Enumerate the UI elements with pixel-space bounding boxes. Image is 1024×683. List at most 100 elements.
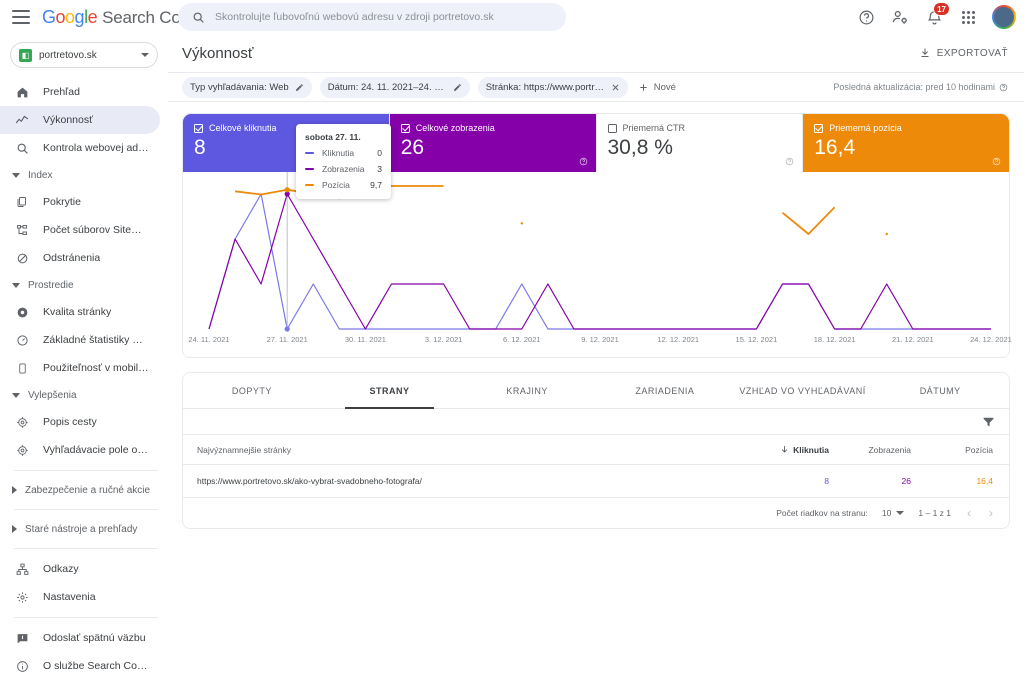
sidebar-item-pocet-suborov-sitemap[interactable]: Počet súborov Sitemap <box>0 216 160 244</box>
help-circle-icon[interactable] <box>856 7 876 27</box>
download-icon <box>921 48 929 57</box>
page-quality-icon <box>14 304 30 320</box>
x-axis-tick-label: 30. 11. 2021 <box>344 335 386 344</box>
x-axis-tick-label: 9. 12. 2021 <box>581 335 619 344</box>
sidebar-item-label: Nastavenia <box>43 591 96 603</box>
chevron-down-icon <box>12 282 20 288</box>
sidebar-item-label: Použiteľnosť v mobilnýc… <box>43 362 150 374</box>
pencil-icon[interactable] <box>295 83 304 92</box>
divider <box>14 548 158 549</box>
tab-zariadenia[interactable]: ZARIADENIA <box>596 373 734 408</box>
metric-checkbox[interactable] <box>814 123 824 133</box>
metric-checkbox[interactable] <box>607 123 617 133</box>
page-range: 1 – 1 z 1 <box>918 508 951 518</box>
next-page-button[interactable]: › <box>987 506 995 520</box>
add-filter-button[interactable]: Nové <box>638 82 676 93</box>
sidebar-group-vylepsenia[interactable]: Vylepšenia <box>0 382 168 408</box>
sidebar-item-zakladne-statistiky-webu[interactable]: Základné štatistiky webu <box>0 326 160 354</box>
sidebar-item-label: Odkazy <box>43 563 79 575</box>
tab-datumy[interactable]: DÁTUMY <box>871 373 1009 408</box>
help-circle-icon[interactable] <box>992 157 1001 166</box>
sidebar-item-vykonnost[interactable]: Výkonnosť <box>0 106 160 134</box>
tab-strany[interactable]: STRANY <box>321 373 459 409</box>
x-axis-tick-label: 18. 12. 2021 <box>813 335 856 344</box>
divider <box>14 509 158 510</box>
sidebar-group-index[interactable]: Index <box>0 162 168 188</box>
sidebar-item-vyhladavacie-pole-odkazov[interactable]: Vyhľadávacie pole odka… <box>0 436 160 464</box>
help-circle-icon[interactable] <box>785 157 794 166</box>
search-input[interactable]: Skontrolujte ľubovoľnú webovú adresu v z… <box>178 3 566 31</box>
tab-label: ZARIADENIA <box>635 385 695 396</box>
rows-per-page-value: 10 <box>881 508 892 518</box>
account-settings-icon[interactable] <box>890 7 910 27</box>
add-filter-label: Nové <box>653 81 676 93</box>
sidebar-item-odoslat-spatnu-vazbu[interactable]: Odoslať spätnú väzbu <box>0 624 160 652</box>
logo-letter: G <box>42 6 56 27</box>
metric-checkbox[interactable] <box>194 123 203 133</box>
tab-vzhlad-vo-vyhladavani[interactable]: VZHĽAD VO VYHĽADÁVANÍ <box>734 373 872 408</box>
sidebar-item-pokrytie[interactable]: Pokrytie <box>0 188 160 216</box>
remove-icon <box>14 250 30 266</box>
cell-page-url[interactable]: https://www.portretovo.sk/ako-vybrat-sva… <box>197 476 747 486</box>
sidebar-group-stare-nastroje[interactable]: Staré nástroje a prehľady <box>0 516 168 542</box>
filter-chip-page[interactable]: Stránka: https://www.portre… <box>477 76 628 98</box>
tooltip-metric-name: Kliknutia <box>322 148 355 158</box>
sidebar-item-label: Pokrytie <box>43 196 81 208</box>
sidebar-item-odstranenia[interactable]: Odstránenia <box>0 244 160 272</box>
table-row[interactable]: https://www.portretovo.sk/ako-vybrat-sva… <box>183 465 1009 498</box>
home-icon <box>14 84 30 100</box>
tooltip-row-impressions: Zobrazenia 3 <box>305 164 382 174</box>
hamburger-icon[interactable] <box>12 10 30 24</box>
metric-card-impressions[interactable]: Celkové zobrazenia 26 <box>389 114 597 172</box>
sidebar-item-kvalita-stranky[interactable]: Kvalita stránky <box>0 298 160 326</box>
sidebar-item-pouzitelnost-v-mobilnych[interactable]: Použiteľnosť v mobilnýc… <box>0 354 160 382</box>
close-icon[interactable] <box>611 83 620 92</box>
rows-per-page-select[interactable]: 10 <box>881 508 905 518</box>
filter-icon[interactable] <box>982 415 995 428</box>
chevron-right-icon <box>12 525 17 533</box>
search-icon <box>14 140 30 156</box>
sidebar-item-popis-cesty[interactable]: Popis cesty <box>0 408 160 436</box>
filter-chip-search-type[interactable]: Typ vyhľadávania: Web <box>182 76 312 98</box>
sidebar-item-kontrola-webovej-adresy[interactable]: Kontrola webovej adresy <box>0 134 160 162</box>
tab-label: DÁTUMY <box>919 385 961 396</box>
help-circle-icon[interactable] <box>999 83 1008 92</box>
sidebar-group-zabezpecenie[interactable]: Zabezpečenie a ručné akcie <box>0 477 168 503</box>
sidebar-item-prehlad[interactable]: Prehľad <box>0 78 160 106</box>
sidebar-item-o-sluzbe-search-console[interactable]: O službe Search Console <box>0 652 160 680</box>
sidebar-item-odkazy[interactable]: Odkazy <box>0 555 160 583</box>
pencil-icon[interactable] <box>453 83 462 92</box>
metric-value: 16,4 <box>814 136 856 159</box>
column-header-page[interactable]: Najvýznamnejšie stránky <box>197 445 747 455</box>
avatar[interactable] <box>992 5 1016 29</box>
tooltip-row-clicks: Kliknutia 0 <box>305 148 382 158</box>
chevron-down-icon <box>141 53 149 57</box>
sidebar: ◧ portretovo.sk Prehľad Výkonnosť Kontro… <box>0 34 168 683</box>
export-button[interactable]: EXPORTOVAŤ <box>919 47 1008 59</box>
sidebar-group-prostredie[interactable]: Prostredie <box>0 272 168 298</box>
tab-krajiny[interactable]: KRAJINY <box>458 373 596 408</box>
column-header-clicks[interactable]: Kliknutia <box>747 445 829 455</box>
x-axis-tick-label: 12. 12. 2021 <box>657 335 700 344</box>
notifications-icon[interactable]: 17 <box>924 2 950 27</box>
metric-checkbox[interactable] <box>400 123 410 133</box>
metric-value: 30,8 % <box>607 136 673 159</box>
cell-impressions: 26 <box>901 476 911 486</box>
property-selector[interactable]: ◧ portretovo.sk <box>10 42 158 68</box>
filter-bar: Typ vyhľadávania: Web Dátum: 24. 11. 202… <box>168 72 1024 102</box>
help-circle-icon[interactable] <box>579 157 588 166</box>
apps-grid-icon[interactable] <box>958 7 978 27</box>
metric-card-position[interactable]: Priemerná pozícia 16,4 <box>803 114 1009 172</box>
tab-dopyty[interactable]: DOPYTY <box>183 373 321 408</box>
filter-chip-date[interactable]: Dátum: 24. 11. 2021–24. 12. 2… <box>319 76 470 98</box>
filter-chip-label: Dátum: 24. 11. 2021–24. 12. 2… <box>327 81 447 93</box>
column-header-impressions[interactable]: Zobrazenia <box>829 445 911 455</box>
sidebar-item-label: O službe Search Console <box>43 660 150 672</box>
prev-page-button[interactable]: ‹ <box>965 506 973 520</box>
top-icons: 17 <box>856 0 1016 34</box>
legend-swatch-position <box>305 183 314 187</box>
pages-icon <box>14 194 30 210</box>
sidebar-item-nastavenia[interactable]: Nastavenia <box>0 583 160 611</box>
column-header-position[interactable]: Pozícia <box>911 445 993 455</box>
metric-card-ctr[interactable]: Priemerná CTR 30,8 % <box>596 114 804 172</box>
